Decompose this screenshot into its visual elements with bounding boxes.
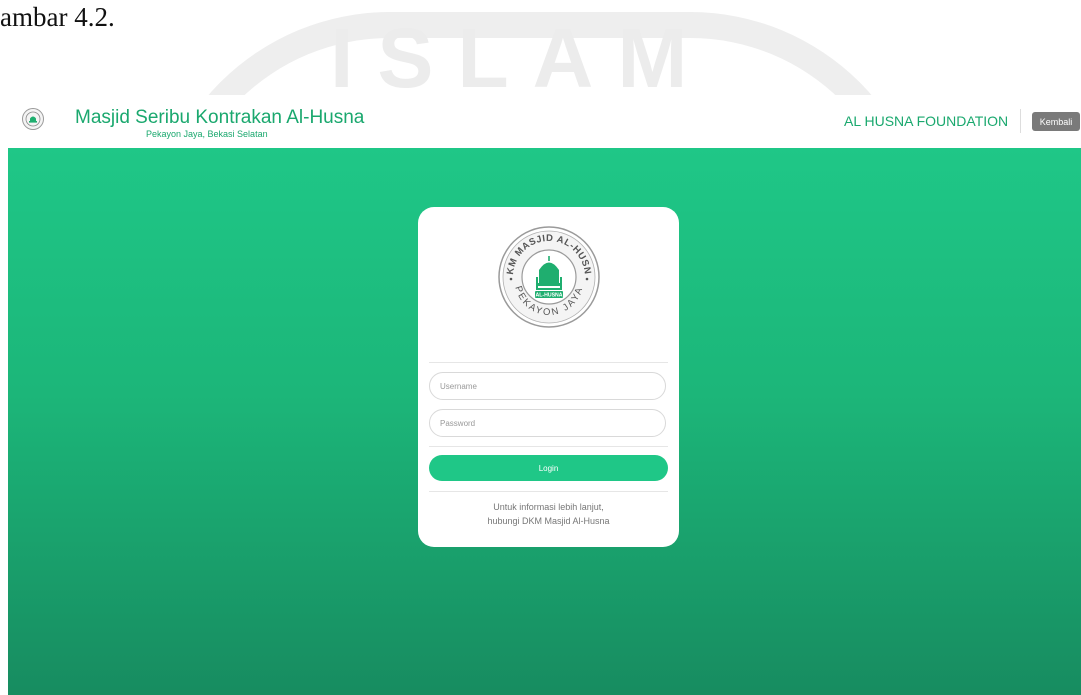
contact-info: Untuk informasi lebih lanjut, hubungi DK… [418,500,679,528]
app-screenshot: Masjid Seribu Kontrakan Al-Husna Pekayon… [8,95,1081,695]
info-line-2: hubungi DKM Masjid Al-Husna [487,516,610,526]
watermark-text: ISLAM [330,11,712,105]
back-button[interactable]: Kembali [1032,112,1080,131]
site-subtitle: Pekayon Jaya, Bekasi Selatan [146,129,268,139]
emblem-inner-text: AL-HUSNA [535,293,562,299]
top-navbar: Masjid Seribu Kontrakan Al-Husna Pekayon… [8,95,1081,148]
divider [429,362,668,363]
password-input[interactable] [429,409,666,437]
divider [429,491,668,492]
username-input[interactable] [429,372,666,400]
foundation-link[interactable]: AL HUSNA FOUNDATION [844,113,1008,129]
mosque-emblem-icon[interactable] [22,108,44,130]
info-line-1: Untuk informasi lebih lanjut, [493,502,604,512]
login-card: DKM MASJID AL-HUSNA PEKAYON JAYA AL-HUSN… [418,207,679,547]
document-caption: ambar 4.2. [0,2,115,32]
site-title[interactable]: Masjid Seribu Kontrakan Al-Husna [75,107,364,129]
login-hero-background: DKM MASJID AL-HUSNA PEKAYON JAYA AL-HUSN… [8,148,1081,695]
divider [429,446,668,447]
login-button[interactable]: Login [429,455,668,481]
mosque-emblem-icon: DKM MASJID AL-HUSNA PEKAYON JAYA AL-HUSN… [497,225,600,328]
nav-divider [1020,109,1021,133]
